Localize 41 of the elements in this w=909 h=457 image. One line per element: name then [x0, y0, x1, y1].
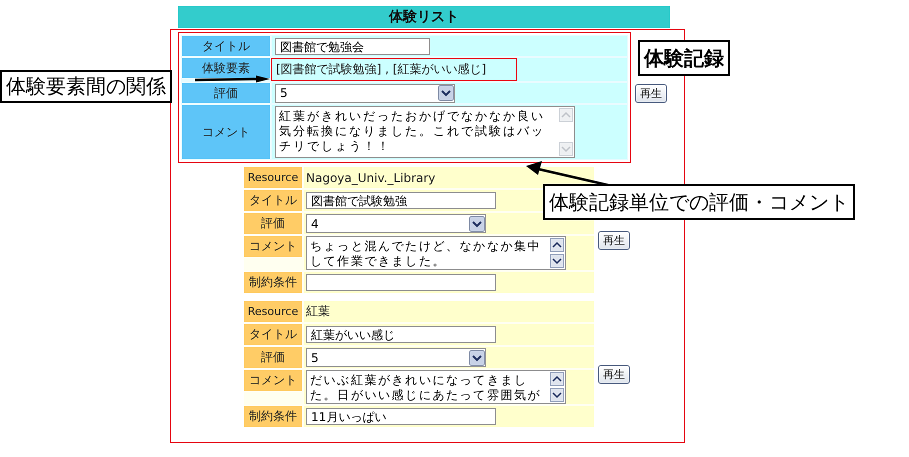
- field-label: 制約条件: [244, 272, 302, 293]
- text-field[interactable]: 図書館で試験勉強: [306, 192, 496, 209]
- field-value: [図書館で試験勉強] , [紅葉がいい感じ]: [271, 58, 518, 81]
- play-button[interactable]: 再生: [598, 365, 630, 384]
- callout-label: 体験要素間の関係: [0, 70, 172, 103]
- play-button[interactable]: 再生: [598, 231, 630, 250]
- field-label: 体験要素: [182, 58, 270, 78]
- scroll-down-icon[interactable]: [550, 388, 564, 402]
- comment-field[interactable]: だいぶ紅葉がきれいになってきました。日がいい感じにあたって雰囲気が: [306, 370, 566, 404]
- rating-select[interactable]: 5: [306, 348, 486, 367]
- field-label: タイトル: [182, 36, 270, 56]
- field-label: Resource: [244, 301, 302, 322]
- list-header: 体験リスト: [178, 6, 670, 28]
- field-label: 評価: [244, 213, 302, 234]
- title-field[interactable]: 図書館で勉強会: [275, 38, 430, 54]
- scroll-up-icon[interactable]: [550, 372, 564, 386]
- dropdown-icon[interactable]: [469, 350, 485, 366]
- field-label: コメント: [244, 236, 302, 257]
- text-field[interactable]: [306, 274, 496, 291]
- field-label: Resource: [244, 167, 302, 188]
- text-field[interactable]: 紅葉がいい感じ: [306, 326, 496, 343]
- resource-name: 紅葉: [306, 303, 330, 320]
- scroll-up-icon[interactable]: [550, 238, 564, 252]
- field-label: 評価: [182, 83, 270, 103]
- dropdown-icon[interactable]: [469, 216, 485, 232]
- text-field[interactable]: 11月いっぱい: [306, 408, 496, 425]
- rating-select[interactable]: 5: [275, 84, 455, 102]
- field-label: コメント: [182, 105, 270, 159]
- callout-label: 体験記録単位での評価・コメント: [543, 184, 855, 220]
- dropdown-icon[interactable]: [438, 85, 454, 101]
- play-button[interactable]: 再生: [635, 84, 667, 103]
- field-label: 制約条件: [244, 406, 302, 427]
- resource-name: Nagoya_Univ._Library: [306, 170, 436, 184]
- field-label: タイトル: [244, 190, 302, 211]
- comment-field[interactable]: ちょっと混んでたけど、なかなか集中して作業できました。: [306, 236, 566, 270]
- scroll-down-icon[interactable]: [550, 254, 564, 268]
- callout-label: 体験記録: [638, 40, 730, 76]
- field-label: タイトル: [244, 324, 302, 345]
- rating-select[interactable]: 4: [306, 214, 486, 233]
- field-label: 評価: [244, 347, 302, 368]
- field-label: コメント: [244, 370, 302, 391]
